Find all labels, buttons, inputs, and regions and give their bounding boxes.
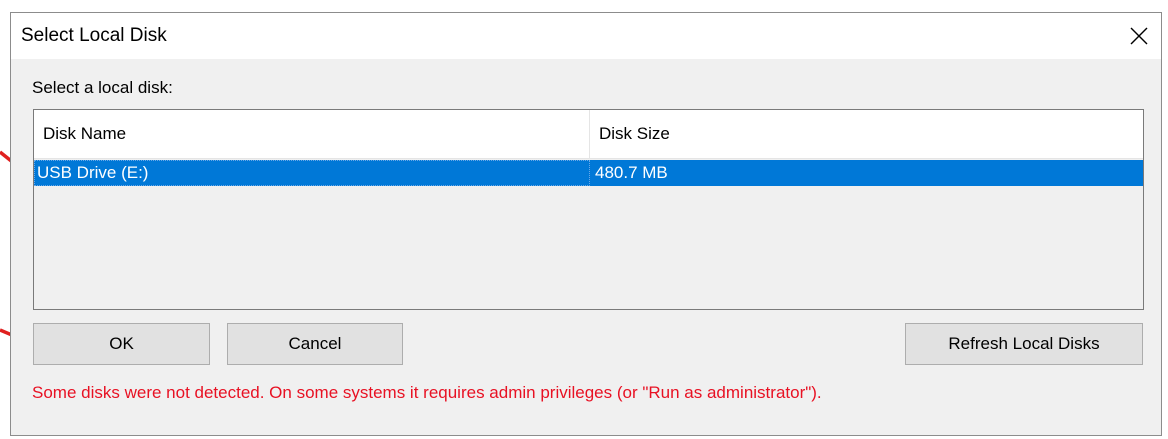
prompt-label: Select a local disk:: [32, 78, 173, 97]
refresh-local-disks-button[interactable]: Refresh Local Disks: [905, 323, 1143, 365]
title-bar: Select Local Disk: [11, 13, 1161, 59]
dialog-title: Select Local Disk: [21, 25, 167, 46]
disk-name-cell: USB Drive (E:): [34, 160, 590, 186]
column-header-disk-size[interactable]: Disk Size: [590, 110, 1143, 158]
list-header: Disk Name Disk Size: [34, 110, 1143, 159]
table-row[interactable]: USB Drive (E:) 480.7 MB: [34, 160, 1143, 186]
close-icon: [1130, 27, 1148, 45]
disk-size-cell: 480.7 MB: [595, 163, 668, 182]
cancel-button[interactable]: Cancel: [227, 323, 403, 365]
ok-button[interactable]: OK: [33, 323, 210, 365]
disk-list[interactable]: Disk Name Disk Size USB Drive (E:) 480.7…: [33, 109, 1144, 310]
column-header-disk-name[interactable]: Disk Name: [34, 110, 590, 158]
warning-message: Some disks were not detected. On some sy…: [32, 383, 822, 402]
close-button[interactable]: [1119, 17, 1159, 55]
select-local-disk-dialog: Select Local Disk Select a local disk: D…: [10, 12, 1162, 436]
